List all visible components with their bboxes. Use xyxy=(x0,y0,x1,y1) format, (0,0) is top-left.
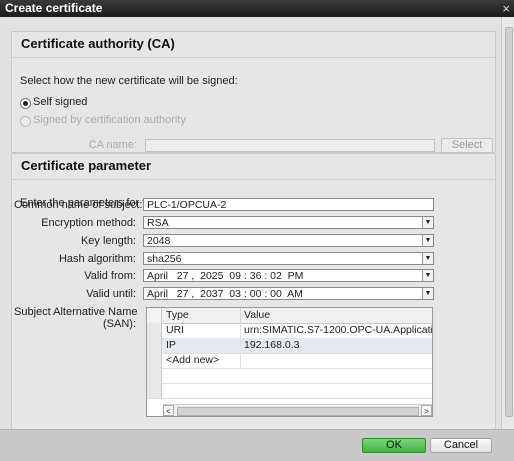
table-row[interactable]: IP 192.168.0.3 xyxy=(147,338,432,354)
valid-from-picker[interactable]: April 27 , 2025 09 : 36 : 02 PM ▼ xyxy=(143,269,434,282)
row-selector[interactable] xyxy=(147,323,162,338)
valid-from-value: April 27 , 2025 09 : 36 : 02 PM xyxy=(147,270,304,282)
row-selector xyxy=(147,383,162,398)
ca-name-input[interactable] xyxy=(145,139,435,152)
ca-group: Certificate authority (CA) Select how th… xyxy=(11,31,496,153)
hash-label: Hash algorithm: xyxy=(58,253,136,265)
encryption-select[interactable]: RSA ▼ xyxy=(143,216,434,229)
chevron-down-icon[interactable]: ▼ xyxy=(422,270,433,281)
san-value-cell[interactable]: urn:SIMATIC.S7-1200.OPC-UA.Application:P… xyxy=(241,323,432,338)
san-label-line1: Subject Alternative Name xyxy=(14,306,138,318)
chevron-down-icon[interactable]: ▼ xyxy=(422,253,433,264)
san-type-cell[interactable]: IP xyxy=(163,338,241,353)
san-type-cell[interactable]: URI xyxy=(163,323,241,338)
row-selector xyxy=(147,308,162,323)
table-row-add-new[interactable]: <Add new> xyxy=(147,353,432,369)
valid-until-label: Valid until: xyxy=(86,288,136,300)
row-selector[interactable] xyxy=(147,338,162,353)
self-signed-radio[interactable] xyxy=(20,98,31,109)
dialog-footer: OK Cancel xyxy=(0,429,514,461)
table-row[interactable]: URI urn:SIMATIC.S7-1200.OPC-UA.Applicati… xyxy=(147,323,432,339)
chevron-down-icon[interactable]: ▼ xyxy=(422,217,433,228)
column-header-value[interactable]: Value xyxy=(241,308,432,323)
san-label-line2: (SAN): xyxy=(103,318,136,330)
table-row-empty xyxy=(147,383,432,399)
chevron-left-icon[interactable]: < xyxy=(163,405,174,416)
key-length-label: Key length: xyxy=(80,235,136,247)
ca-name-label: CA name: xyxy=(88,139,137,151)
row-selector[interactable] xyxy=(147,353,162,368)
chevron-down-icon[interactable]: ▼ xyxy=(422,288,433,299)
dialog-content: Certificate authority (CA) Select how th… xyxy=(0,17,514,437)
window-title: Create certificate xyxy=(5,1,103,15)
san-value-cell[interactable]: 192.168.0.3 xyxy=(241,338,432,353)
common-name-input[interactable]: PLC-1/OPCUA-2 xyxy=(143,198,434,211)
select-ca-button[interactable]: Select xyxy=(441,138,493,153)
san-value-cell[interactable] xyxy=(241,353,432,368)
key-length-select[interactable]: 2048 ▼ xyxy=(143,234,434,247)
row-selector xyxy=(147,368,162,383)
ok-button[interactable]: OK xyxy=(362,438,426,453)
divider xyxy=(12,57,495,58)
chevron-right-icon[interactable]: > xyxy=(421,405,432,416)
encryption-label: Encryption method: xyxy=(41,217,136,229)
scrollbar-thumb[interactable] xyxy=(177,407,419,416)
valid-until-picker[interactable]: April 27 , 2037 03 : 00 : 00 AM ▼ xyxy=(143,287,434,300)
san-table: Type Value URI urn:SIMATIC.S7-1200.OPC-U… xyxy=(146,307,433,417)
key-length-value: 2048 xyxy=(147,235,171,247)
divider xyxy=(12,179,495,180)
title-bar: Create certificate × xyxy=(0,0,514,17)
table-horizontal-scrollbar[interactable]: < > xyxy=(163,404,432,416)
encryption-value: RSA xyxy=(147,217,169,229)
ca-signed-radio[interactable] xyxy=(20,116,31,127)
hash-value: sha256 xyxy=(147,253,182,265)
parameter-heading: Certificate parameter xyxy=(21,158,152,173)
ca-heading: Certificate authority (CA) xyxy=(21,36,175,51)
self-signed-label[interactable]: Self signed xyxy=(33,96,87,108)
dialog-vertical-scrollbar[interactable] xyxy=(501,17,514,429)
table-row-empty xyxy=(147,368,432,384)
scrollbar-thumb[interactable] xyxy=(505,27,513,417)
valid-until-value: April 27 , 2037 03 : 00 : 00 AM xyxy=(147,288,303,300)
table-header: Type Value xyxy=(147,308,432,324)
ca-instruction: Select how the new certificate will be s… xyxy=(20,75,238,87)
cancel-button[interactable]: Cancel xyxy=(430,438,492,453)
close-icon[interactable]: × xyxy=(502,0,510,17)
san-label: Subject Alternative Name (SAN): xyxy=(14,306,138,330)
ca-signed-label[interactable]: Signed by certification authority xyxy=(33,114,186,126)
add-new-cell[interactable]: <Add new> xyxy=(163,353,241,368)
chevron-down-icon[interactable]: ▼ xyxy=(422,235,433,246)
hash-select[interactable]: sha256 ▼ xyxy=(143,252,434,265)
valid-from-label: Valid from: xyxy=(84,270,136,282)
common-name-label: Common name of subject: xyxy=(14,199,143,211)
column-header-type[interactable]: Type xyxy=(163,308,241,323)
